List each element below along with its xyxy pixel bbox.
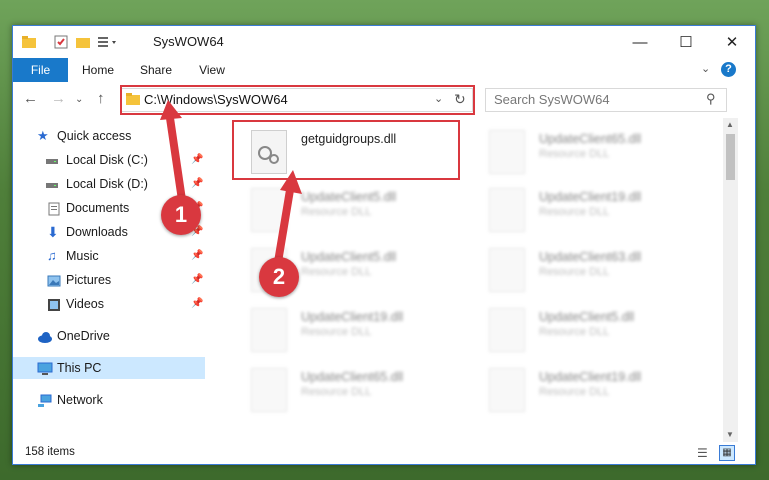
arrow-2-head (280, 170, 302, 194)
arrow-1-head (160, 100, 182, 120)
annotation-arrows (160, 100, 302, 263)
arrow-2-shaft (274, 189, 294, 263)
step-1-badge: 1 (161, 195, 201, 235)
arrow-1-shaft (166, 117, 186, 201)
step-2-badge: 2 (259, 257, 299, 297)
